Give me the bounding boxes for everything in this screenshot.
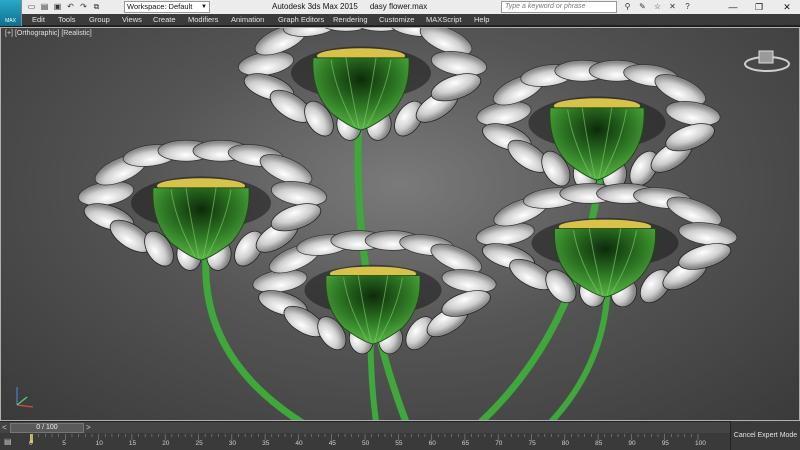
frame-label: 25	[195, 440, 203, 447]
workspace-select[interactable]: Workspace: Default ▼	[124, 1, 210, 13]
menu-create[interactable]: Create	[153, 15, 176, 24]
menu-customize[interactable]: Customize	[379, 15, 414, 24]
frame-label: 95	[661, 440, 669, 447]
time-slider-next-icon[interactable]: >	[86, 423, 91, 432]
track-bar[interactable]: 0 5 10 15 20 25 30 35 40 45 50 55 60 65 70 75 80 85 90 95 10…	[0, 433, 730, 450]
menu-animation[interactable]: Animation	[231, 15, 264, 24]
star-icon[interactable]: ☆	[652, 1, 663, 12]
workspace-label: Workspace: Default	[127, 2, 193, 11]
perspective-viewport[interactable]: [+] [Orthographic] [Realistic]	[0, 27, 800, 421]
binoculars-icon[interactable]: ⚲	[622, 1, 633, 12]
app-logo-button[interactable]: MAX	[0, 0, 22, 26]
chevron-down-icon: ▼	[201, 4, 207, 10]
frame-label: 15	[128, 440, 137, 447]
menu-graph-editors[interactable]: Graph Editors	[278, 15, 324, 24]
new-icon[interactable]: ▭	[26, 1, 37, 12]
save-icon[interactable]: ▣	[52, 1, 63, 12]
app-title: Autodesk 3ds Max 2015	[272, 2, 358, 11]
viewport-label: [+] [Orthographic] [Realistic]	[5, 30, 94, 37]
close-button[interactable]: ✕	[774, 0, 800, 14]
frame-label: 40	[295, 440, 303, 447]
daisy-top-center	[235, 28, 490, 143]
menu-bar: Edit Tools Group Views Create Modifiers …	[0, 14, 800, 26]
frame-label: 70	[495, 440, 503, 447]
menu-rendering[interactable]: Rendering	[333, 15, 368, 24]
close-search-icon[interactable]: ✕	[667, 1, 678, 12]
menu-group[interactable]: Group	[89, 15, 110, 24]
frame-label: 85	[595, 440, 603, 447]
frame-label: 0	[29, 440, 33, 447]
cancel-expert-mode-button[interactable]: Cancel Expert Mode	[730, 421, 800, 450]
menu-modifiers[interactable]: Modifiers	[188, 15, 218, 24]
project-icon[interactable]: ⧉	[91, 1, 102, 12]
viewport-shading-label[interactable]: [Realistic]	[61, 30, 91, 37]
time-slider-prev-icon[interactable]: <	[2, 423, 7, 432]
viewport-menu-label[interactable]: [+]	[5, 30, 13, 37]
menu-edit[interactable]: Edit	[32, 15, 45, 24]
file-name: dasy flower.max	[369, 2, 428, 11]
menu-views[interactable]: Views	[122, 15, 142, 24]
status-panel-icon[interactable]: ▤	[4, 437, 18, 447]
frame-label: 35	[262, 440, 270, 447]
frame-label: 100	[695, 440, 706, 447]
frame-label: 10	[95, 440, 103, 447]
axis-tripod-icon	[16, 387, 34, 408]
info-center-icons: ⚲ ✎ ☆ ✕ ?	[622, 1, 693, 12]
help-icon[interactable]: ?	[682, 1, 693, 12]
frame-label: 65	[461, 440, 470, 447]
open-icon[interactable]: ▤	[39, 1, 50, 12]
frame-label: 50	[362, 440, 370, 447]
menu-maxscript[interactable]: MAXScript	[426, 15, 461, 24]
frame-label: 90	[628, 440, 636, 447]
frame-label: 55	[395, 440, 403, 447]
time-slider[interactable]: < 0 / 100 >	[0, 421, 800, 433]
time-slider-handle[interactable]: 0 / 100	[10, 423, 84, 433]
app-logo-text: MAX	[5, 18, 16, 24]
restore-button[interactable]: ❐	[746, 0, 772, 14]
menu-tools[interactable]: Tools	[58, 15, 76, 24]
search-input[interactable]: Type a keyword or phrase	[501, 1, 617, 13]
daisy-center	[250, 230, 499, 357]
redo-icon[interactable]: ↷	[78, 1, 89, 12]
minimize-button[interactable]: —	[720, 0, 746, 14]
quick-access-toolbar: ▭ ▤ ▣ ↶ ↷ ⧉	[26, 1, 102, 12]
frame-label: 60	[428, 440, 436, 447]
frame-label: 80	[561, 440, 570, 447]
menu-help[interactable]: Help	[474, 15, 489, 24]
window-title: Autodesk 3ds Max 2015 dasy flower.max	[272, 2, 427, 11]
daisy-scene	[75, 28, 740, 420]
daisy-top-right	[474, 59, 723, 193]
daisy-right	[473, 183, 740, 310]
undo-icon[interactable]: ↶	[65, 1, 76, 12]
frame-label: 20	[162, 440, 170, 447]
viewport-view-label[interactable]: [Orthographic]	[15, 30, 59, 37]
frame-label: 75	[528, 440, 536, 447]
title-bar: MAX ▭ ▤ ▣ ↶ ↷ ⧉ Workspace: Default ▼ Aut…	[0, 0, 800, 26]
viewcube-icon[interactable]	[743, 48, 791, 76]
frame-label: 45	[328, 440, 336, 447]
frame-label: 30	[228, 440, 237, 447]
favorites-icon[interactable]: ✎	[637, 1, 648, 12]
frame-label: 5	[62, 440, 66, 447]
